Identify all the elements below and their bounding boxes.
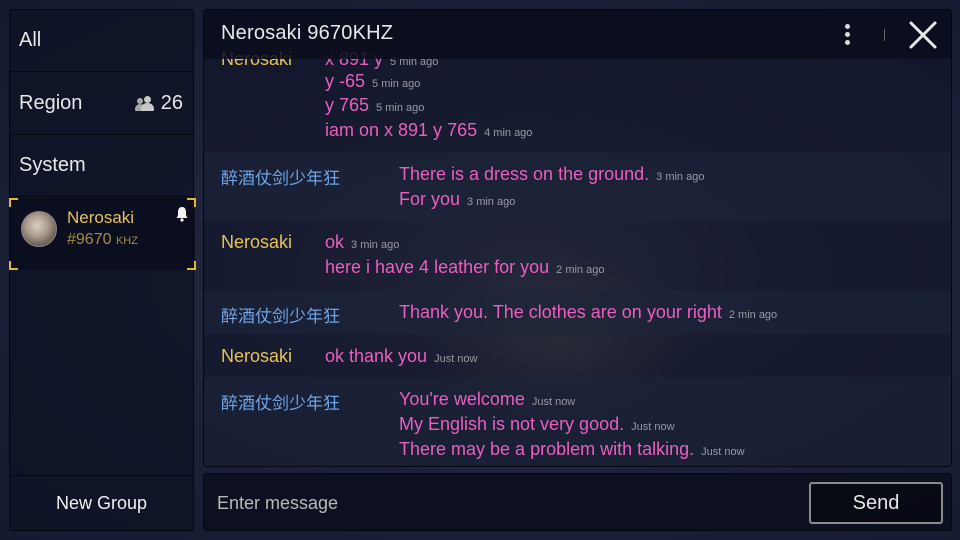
tab-system[interactable]: System xyxy=(10,135,193,197)
message-time: Just now xyxy=(531,396,576,408)
message-time: 5 min ago xyxy=(372,78,421,90)
message-line: There may be a problem with talking. Just… xyxy=(399,439,745,460)
message-line: My English is not very good. Just now xyxy=(399,414,675,435)
message-text: For you xyxy=(399,189,461,209)
chat-panel: Nerosaki x 891 y5 min ago y -65 5 min ago… xyxy=(203,9,952,467)
message-group: 醉酒仗剑少年狂 There is a dress on the ground. 3… xyxy=(204,152,951,221)
selection-corner xyxy=(9,261,18,270)
message-line: y -65 5 min ago xyxy=(325,71,420,92)
message-text: My English is not very good. xyxy=(399,414,625,434)
message-group: Nerosaki ok 3 min ago here i have 4 leath… xyxy=(204,221,951,291)
message-sender: 醉酒仗剑少年狂 xyxy=(221,307,340,327)
message-time: 5 min ago xyxy=(376,102,425,114)
message-group: 醉酒仗剑少年狂 You're welcome Just now My Englis… xyxy=(204,377,951,466)
message-text: y 765 xyxy=(325,95,370,115)
send-button[interactable]: Send xyxy=(809,482,943,524)
tab-system-label: System xyxy=(19,154,86,176)
message-line: There is a dress on the ground. 3 min ago xyxy=(399,164,704,185)
message-text: ok xyxy=(325,232,345,252)
tab-region[interactable]: Region 26 xyxy=(10,72,193,135)
message-group: 醉酒仗剑少年狂 Thank you. The clothes are on yo… xyxy=(204,291,951,334)
message-time: Just now xyxy=(434,353,478,365)
send-button-label: Send xyxy=(852,491,900,514)
message-sender: 醉酒仗剑少年狂 xyxy=(221,169,340,189)
chat-header: Nerosaki 9670KHZ xyxy=(204,10,951,59)
selection-corner xyxy=(9,198,18,207)
bell-icon[interactable] xyxy=(175,206,189,222)
message-time: 3 min ago xyxy=(351,239,400,251)
message-text: There may be a problem with talking. xyxy=(399,439,695,459)
message-line: ok 3 min ago xyxy=(325,232,399,253)
message-text: You're welcome xyxy=(399,389,525,409)
contact-id: #9670 KHZ xyxy=(67,231,138,249)
message-text: here i have 4 leather for you xyxy=(325,257,550,277)
message-text: Thank you. The clothes are on your right xyxy=(399,302,722,322)
region-count-value: 26 xyxy=(160,92,183,114)
tab-all[interactable]: All xyxy=(10,10,193,72)
message-sender: Nerosaki xyxy=(221,232,293,252)
people-icon xyxy=(134,95,155,112)
message-line: here i have 4 leather for you 2 min ago xyxy=(325,257,604,278)
message-group: Nerosaki ok thank you Just now xyxy=(204,334,951,377)
contact-id-suffix: KHZ xyxy=(115,235,138,247)
message-sender: Nerosaki xyxy=(221,346,293,366)
message-list[interactable]: Nerosaki x 891 y5 min ago y -65 5 min ago… xyxy=(204,10,951,466)
contact-item-nerosaki[interactable]: Nerosaki #9670 KHZ xyxy=(9,198,196,270)
more-options-icon[interactable] xyxy=(844,24,852,48)
message-time: 3 min ago xyxy=(656,171,705,183)
new-group-label: New Group xyxy=(55,492,148,513)
message-time: 3 min ago xyxy=(467,196,516,208)
selection-corner xyxy=(187,261,196,270)
message-text: ok thank you xyxy=(325,346,428,366)
message-time: 2 min ago xyxy=(556,264,605,276)
message-line: For you 3 min ago xyxy=(399,189,515,210)
message-line: iam on x 891 y 765 4 min ago xyxy=(325,120,532,141)
contact-id-number: #9670 xyxy=(67,231,112,248)
message-line: ok thank you Just now xyxy=(325,346,478,367)
message-input[interactable] xyxy=(217,488,777,518)
message-text: There is a dress on the ground. xyxy=(399,164,650,184)
message-time: Just now xyxy=(631,421,675,433)
message-time: 4 min ago xyxy=(484,127,533,139)
new-group-button[interactable]: New Group xyxy=(10,475,193,530)
message-input-bar: Send xyxy=(203,473,952,531)
chat-channel-sidebar: All Region 26 System Nerosaki #9670 KHZ … xyxy=(9,9,196,531)
message-line: Thank you. The clothes are on your right… xyxy=(399,302,777,323)
tab-all-label: All xyxy=(19,29,42,51)
message-line: You're welcome Just now xyxy=(399,389,575,410)
chat-title: Nerosaki 9670KHZ xyxy=(221,22,394,44)
message-sender: 醉酒仗剑少年狂 xyxy=(221,394,340,414)
header-divider xyxy=(884,29,885,41)
tab-region-label: Region xyxy=(19,91,83,114)
avatar xyxy=(21,211,57,247)
message-line: y 765 5 min ago xyxy=(325,95,424,116)
message-text: iam on x 891 y 765 xyxy=(325,120,478,140)
message-time: Just now xyxy=(701,446,745,458)
contact-name: Nerosaki xyxy=(67,208,135,227)
region-member-count: 26 xyxy=(134,92,183,115)
message-time: 2 min ago xyxy=(728,309,778,321)
close-icon[interactable] xyxy=(908,20,938,50)
message-text: y -65 xyxy=(325,71,366,91)
